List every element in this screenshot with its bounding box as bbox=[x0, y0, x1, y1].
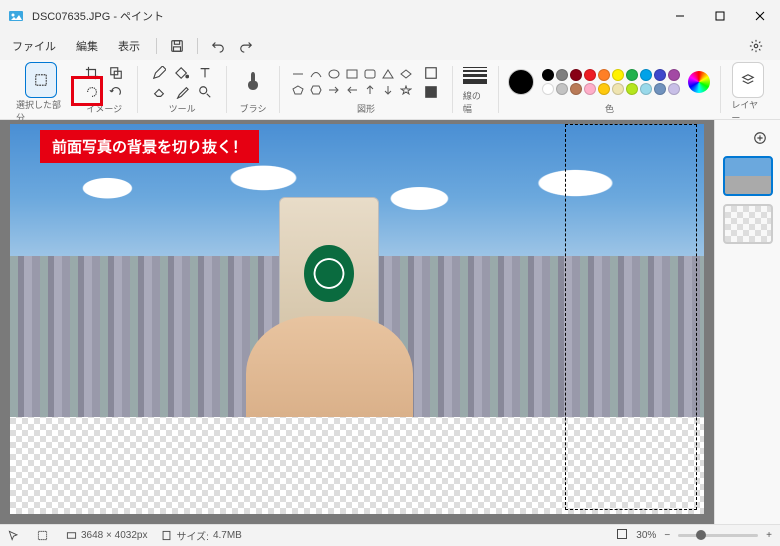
ribbon-group-layers: レイヤー bbox=[723, 60, 772, 119]
zoom-level: 30% bbox=[636, 530, 656, 541]
color-1[interactable] bbox=[508, 69, 534, 95]
file-size: サイズ:4.7MB bbox=[161, 528, 241, 543]
color-swatch[interactable] bbox=[640, 69, 652, 81]
crop-tool[interactable] bbox=[81, 64, 103, 82]
ribbon-divider bbox=[498, 66, 499, 113]
title-bar: DSC07635.JPG - ペイント bbox=[0, 0, 780, 32]
color-palette bbox=[542, 69, 680, 95]
status-bar: 3648 × 4032px サイズ:4.7MB 30% − + bbox=[0, 524, 780, 546]
color-swatch[interactable] bbox=[556, 83, 568, 95]
menu-bar: ファイル 編集 表示 bbox=[0, 32, 780, 60]
menu-edit[interactable]: 編集 bbox=[68, 34, 106, 58]
fill-tool[interactable] bbox=[171, 64, 193, 82]
color-swatch[interactable] bbox=[654, 69, 666, 81]
window-title: DSC07635.JPG - ペイント bbox=[32, 8, 660, 24]
ribbon-divider bbox=[452, 66, 453, 113]
ribbon-group-shapes: 図形 bbox=[282, 60, 450, 119]
menu-separator bbox=[197, 38, 198, 54]
cursor-position bbox=[8, 530, 23, 541]
shapes-gallery[interactable] bbox=[290, 67, 414, 97]
ribbon-divider bbox=[720, 66, 721, 113]
settings-button[interactable] bbox=[744, 34, 768, 58]
tutorial-annotation: 前面写真の背景を切り抜く！ bbox=[40, 130, 259, 163]
color-swatch[interactable] bbox=[584, 69, 596, 81]
color-swatch[interactable] bbox=[626, 83, 638, 95]
ribbon-group-brushes: ブラシ bbox=[229, 60, 277, 119]
edit-colors-button[interactable] bbox=[688, 71, 710, 93]
color-swatch[interactable] bbox=[598, 69, 610, 81]
color-swatch[interactable] bbox=[570, 83, 582, 95]
layer-thumbnail[interactable] bbox=[723, 156, 773, 196]
tools-label: ツール bbox=[169, 102, 196, 117]
color-swatch[interactable] bbox=[668, 83, 680, 95]
zoom-out-button[interactable]: − bbox=[664, 530, 670, 541]
color-swatch[interactable] bbox=[570, 69, 582, 81]
ribbon-group-image: イメージ bbox=[73, 60, 135, 119]
brushes-dropdown[interactable] bbox=[237, 64, 269, 100]
color-swatch[interactable] bbox=[542, 69, 554, 81]
freeform-select-tool[interactable] bbox=[81, 83, 103, 101]
canvas-area: 前面写真の背景を切り抜く！ bbox=[0, 120, 714, 524]
canvas-dimensions: 3648 × 4032px bbox=[66, 530, 147, 541]
color-swatch[interactable] bbox=[668, 69, 680, 81]
ribbon-divider bbox=[226, 66, 227, 113]
close-button[interactable] bbox=[740, 0, 780, 32]
add-layer-button[interactable] bbox=[750, 128, 770, 148]
save-button[interactable] bbox=[165, 34, 189, 58]
shapes-label: 図形 bbox=[357, 102, 375, 117]
color-swatch[interactable] bbox=[584, 83, 596, 95]
shape-fill-dropdown[interactable] bbox=[420, 83, 442, 101]
ribbon-group-colors: 色 bbox=[500, 60, 718, 119]
menu-view[interactable]: 表示 bbox=[110, 34, 148, 58]
selection-marquee[interactable] bbox=[565, 124, 697, 510]
maximize-button[interactable] bbox=[700, 0, 740, 32]
ribbon-divider bbox=[279, 66, 280, 113]
color-swatch[interactable] bbox=[640, 83, 652, 95]
zoom-in-button[interactable]: + bbox=[766, 530, 772, 541]
menu-file[interactable]: ファイル bbox=[4, 34, 64, 58]
image-label: イメージ bbox=[86, 102, 122, 117]
undo-button[interactable] bbox=[206, 34, 230, 58]
resize-tool[interactable] bbox=[105, 64, 127, 82]
layers-panel bbox=[714, 120, 780, 524]
color-swatch[interactable] bbox=[612, 69, 624, 81]
fit-screen-button[interactable] bbox=[616, 528, 628, 543]
canvas[interactable]: 前面写真の背景を切り抜く！ bbox=[10, 124, 704, 514]
ribbon-divider bbox=[137, 66, 138, 113]
color-swatch[interactable] bbox=[556, 69, 568, 81]
ribbon-group-tools: ツール bbox=[140, 60, 224, 119]
color-swatch[interactable] bbox=[542, 83, 554, 95]
stroke-label: 線の幅 bbox=[463, 89, 488, 117]
text-tool[interactable] bbox=[194, 64, 216, 82]
color-swatch[interactable] bbox=[626, 69, 638, 81]
ribbon-group-stroke: 線の幅 bbox=[455, 60, 496, 119]
selection-size bbox=[37, 530, 52, 541]
menu-separator bbox=[156, 38, 157, 54]
eraser-tool[interactable] bbox=[148, 83, 170, 101]
brushes-label: ブラシ bbox=[240, 102, 267, 117]
redo-button[interactable] bbox=[234, 34, 258, 58]
eyedropper-tool[interactable] bbox=[171, 83, 193, 101]
ribbon-group-selection: 選択した部分 bbox=[8, 60, 73, 119]
color-swatch[interactable] bbox=[598, 83, 610, 95]
rotate-tool[interactable] bbox=[105, 83, 127, 101]
ribbon: 選択した部分 イメージ ツール bbox=[0, 60, 780, 120]
minimize-button[interactable] bbox=[660, 0, 700, 32]
colors-label: 色 bbox=[605, 102, 614, 117]
zoom-slider[interactable] bbox=[678, 534, 758, 537]
shape-outline-dropdown[interactable] bbox=[420, 64, 442, 82]
rect-select-tool[interactable] bbox=[25, 62, 57, 98]
stroke-width-dropdown[interactable] bbox=[463, 67, 487, 84]
color-swatch[interactable] bbox=[612, 83, 624, 95]
layer-thumbnail[interactable] bbox=[723, 204, 773, 244]
pencil-tool[interactable] bbox=[148, 64, 170, 82]
layers-button[interactable] bbox=[732, 62, 764, 98]
color-swatch[interactable] bbox=[654, 83, 666, 95]
app-icon bbox=[8, 8, 24, 24]
magnifier-tool[interactable] bbox=[194, 83, 216, 101]
